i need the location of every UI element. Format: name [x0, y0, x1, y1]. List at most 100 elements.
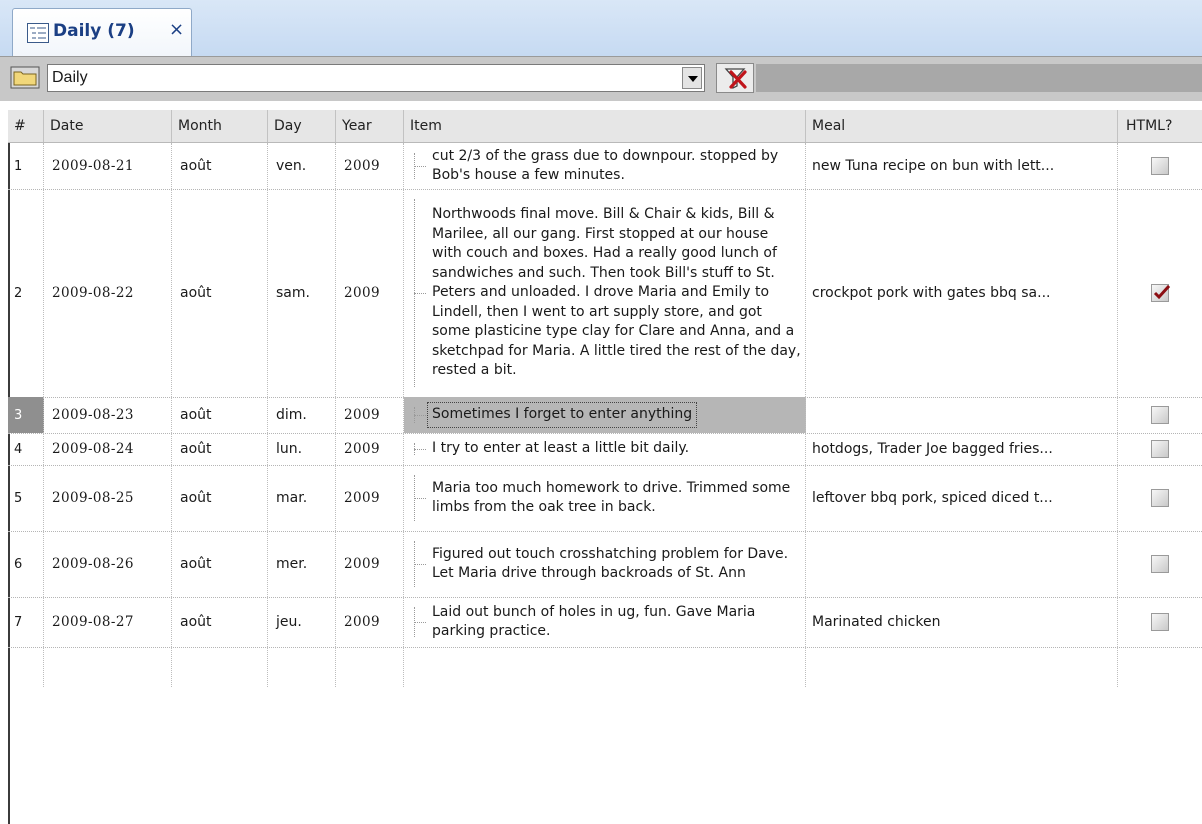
cell-day[interactable]: mar.: [268, 465, 336, 531]
view-selector[interactable]: Daily: [47, 64, 705, 92]
cell-meal[interactable]: [806, 397, 1118, 433]
cell-year[interactable]: 2009: [336, 397, 404, 433]
cell-year[interactable]: 2009: [336, 189, 404, 397]
empty-cell[interactable]: [1118, 647, 1202, 687]
clear-filter-button[interactable]: [716, 63, 754, 93]
table-row[interactable]: 5 2009-08-25 août mar. 2009 Maria too much ho…: [8, 465, 1202, 532]
cell-item[interactable]: Figured out touch crosshatching problem …: [404, 531, 806, 597]
cell-meal[interactable]: new Tuna recipe on bun with lett...: [806, 143, 1118, 189]
item-text: Northwoods final move. Bill & Chair & ki…: [432, 206, 801, 379]
daily-grid: # Date Month Day Year Item Meal HTML? 12…: [0, 110, 1202, 824]
cell-date[interactable]: 2009-08-21: [44, 143, 172, 189]
cell-meal[interactable]: crockpot pork with gates bbq sa...: [806, 189, 1118, 397]
cell-date[interactable]: 2009-08-26: [44, 531, 172, 597]
checkbox[interactable]: [1151, 157, 1169, 175]
empty-cell[interactable]: [172, 647, 268, 687]
cell-html[interactable]: [1118, 189, 1202, 397]
empty-cell[interactable]: [404, 647, 806, 687]
empty-cell[interactable]: [268, 647, 336, 687]
cell-html[interactable]: [1118, 397, 1202, 433]
outline-list-icon: [27, 23, 49, 43]
column-header-html[interactable]: HTML?: [1118, 110, 1202, 142]
cell-month[interactable]: août: [172, 397, 268, 433]
checkbox[interactable]: [1151, 406, 1169, 424]
cell-year[interactable]: 2009: [336, 597, 404, 647]
table-row[interactable]: 7 2009-08-27 août jeu. 2009 Laid out bunch of…: [8, 597, 1202, 648]
column-header-meal[interactable]: Meal: [806, 110, 1118, 142]
table-row[interactable]: 3 2009-08-23 août dim. 2009 Sometimes I forge…: [8, 397, 1202, 434]
empty-cell[interactable]: [44, 647, 172, 687]
cell-item[interactable]: Laid out bunch of holes in ug, fun. Gave…: [404, 597, 806, 647]
cell-year[interactable]: 2009: [336, 433, 404, 465]
chevron-down-icon[interactable]: [682, 67, 702, 89]
checkbox[interactable]: [1151, 489, 1169, 507]
cell-day[interactable]: jeu.: [268, 597, 336, 647]
table-row[interactable]: 1 2009-08-21 août ven. 2009 cut 2/3 of the gr…: [8, 143, 1202, 190]
cell-num[interactable]: 1: [8, 143, 44, 189]
item-text: Maria too much homework to drive. Trimme…: [432, 479, 791, 516]
cell-num[interactable]: 5: [8, 465, 44, 531]
cell-item[interactable]: Northwoods final move. Bill & Chair & ki…: [404, 189, 806, 397]
cell-day[interactable]: sam.: [268, 189, 336, 397]
cell-year[interactable]: 2009: [336, 531, 404, 597]
cell-day[interactable]: ven.: [268, 143, 336, 189]
table-row[interactable]: 6 2009-08-26 août mer. 2009 Figured out touch…: [8, 531, 1202, 598]
cell-day[interactable]: lun.: [268, 433, 336, 465]
column-header-number[interactable]: #: [8, 110, 44, 142]
cell-year[interactable]: 2009: [336, 143, 404, 189]
cell-meal[interactable]: hotdogs, Trader Joe bagged fries...: [806, 433, 1118, 465]
cell-day[interactable]: mer.: [268, 531, 336, 597]
close-icon[interactable]: ×: [169, 19, 184, 40]
cell-item[interactable]: cut 2/3 of the grass due to downpour. st…: [404, 143, 806, 189]
column-header-day[interactable]: Day: [268, 110, 336, 142]
cell-month[interactable]: août: [172, 433, 268, 465]
column-header-year[interactable]: Year: [336, 110, 404, 142]
cell-year[interactable]: 2009: [336, 465, 404, 531]
cell-date[interactable]: 2009-08-23: [44, 397, 172, 433]
checkbox[interactable]: [1151, 555, 1169, 573]
column-header-month[interactable]: Month: [172, 110, 268, 142]
cell-month[interactable]: août: [172, 143, 268, 189]
tab-label: Daily (7): [53, 21, 135, 41]
item-text: cut 2/3 of the grass due to downpour. st…: [432, 147, 779, 184]
cell-month[interactable]: août: [172, 531, 268, 597]
cell-html[interactable]: [1118, 531, 1202, 597]
cell-meal[interactable]: [806, 531, 1118, 597]
cell-date[interactable]: 2009-08-24: [44, 433, 172, 465]
cell-html[interactable]: [1118, 143, 1202, 189]
empty-cell[interactable]: [336, 647, 404, 687]
cell-num[interactable]: 2: [8, 189, 44, 397]
cell-month[interactable]: août: [172, 465, 268, 531]
column-header-item[interactable]: Item: [404, 110, 806, 142]
checkbox[interactable]: [1151, 613, 1169, 631]
checked-checkbox[interactable]: [1151, 284, 1171, 302]
empty-cell[interactable]: [806, 647, 1118, 687]
column-header-date[interactable]: Date: [44, 110, 172, 142]
cell-day[interactable]: dim.: [268, 397, 336, 433]
tab-daily[interactable]: Daily (7) ×: [12, 8, 192, 56]
cell-item[interactable]: Maria too much homework to drive. Trimme…: [404, 465, 806, 531]
cell-month[interactable]: août: [172, 189, 268, 397]
cell-meal[interactable]: Marinated chicken: [806, 597, 1118, 647]
cell-num[interactable]: 4: [8, 433, 44, 465]
cell-date[interactable]: 2009-08-25: [44, 465, 172, 531]
cell-date[interactable]: 2009-08-27: [44, 597, 172, 647]
cell-num[interactable]: 7: [8, 597, 44, 647]
table-row[interactable]: 4 2009-08-24 août lun. 2009 I try to enter at…: [8, 433, 1202, 466]
empty-cell[interactable]: [8, 647, 44, 687]
cell-item[interactable]: I try to enter at least a little bit dai…: [404, 433, 806, 465]
checkbox[interactable]: [1151, 440, 1169, 458]
checkmark-icon: [1153, 285, 1171, 300]
folder-icon[interactable]: [10, 65, 40, 89]
cell-date[interactable]: 2009-08-22: [44, 189, 172, 397]
cell-html[interactable]: [1118, 597, 1202, 647]
cell-month[interactable]: août: [172, 597, 268, 647]
cell-num[interactable]: 6: [8, 531, 44, 597]
table-row[interactable]: 2 2009-08-22 août sam. 2009 Northwoods final …: [8, 189, 1202, 398]
empty-row[interactable]: [8, 647, 1202, 687]
cell-html[interactable]: [1118, 465, 1202, 531]
cell-num[interactable]: 3: [8, 397, 44, 433]
cell-item[interactable]: Sometimes I forget to enter anything: [404, 397, 806, 433]
cell-meal[interactable]: leftover bbq pork, spiced diced t...: [806, 465, 1118, 531]
cell-html[interactable]: [1118, 433, 1202, 465]
